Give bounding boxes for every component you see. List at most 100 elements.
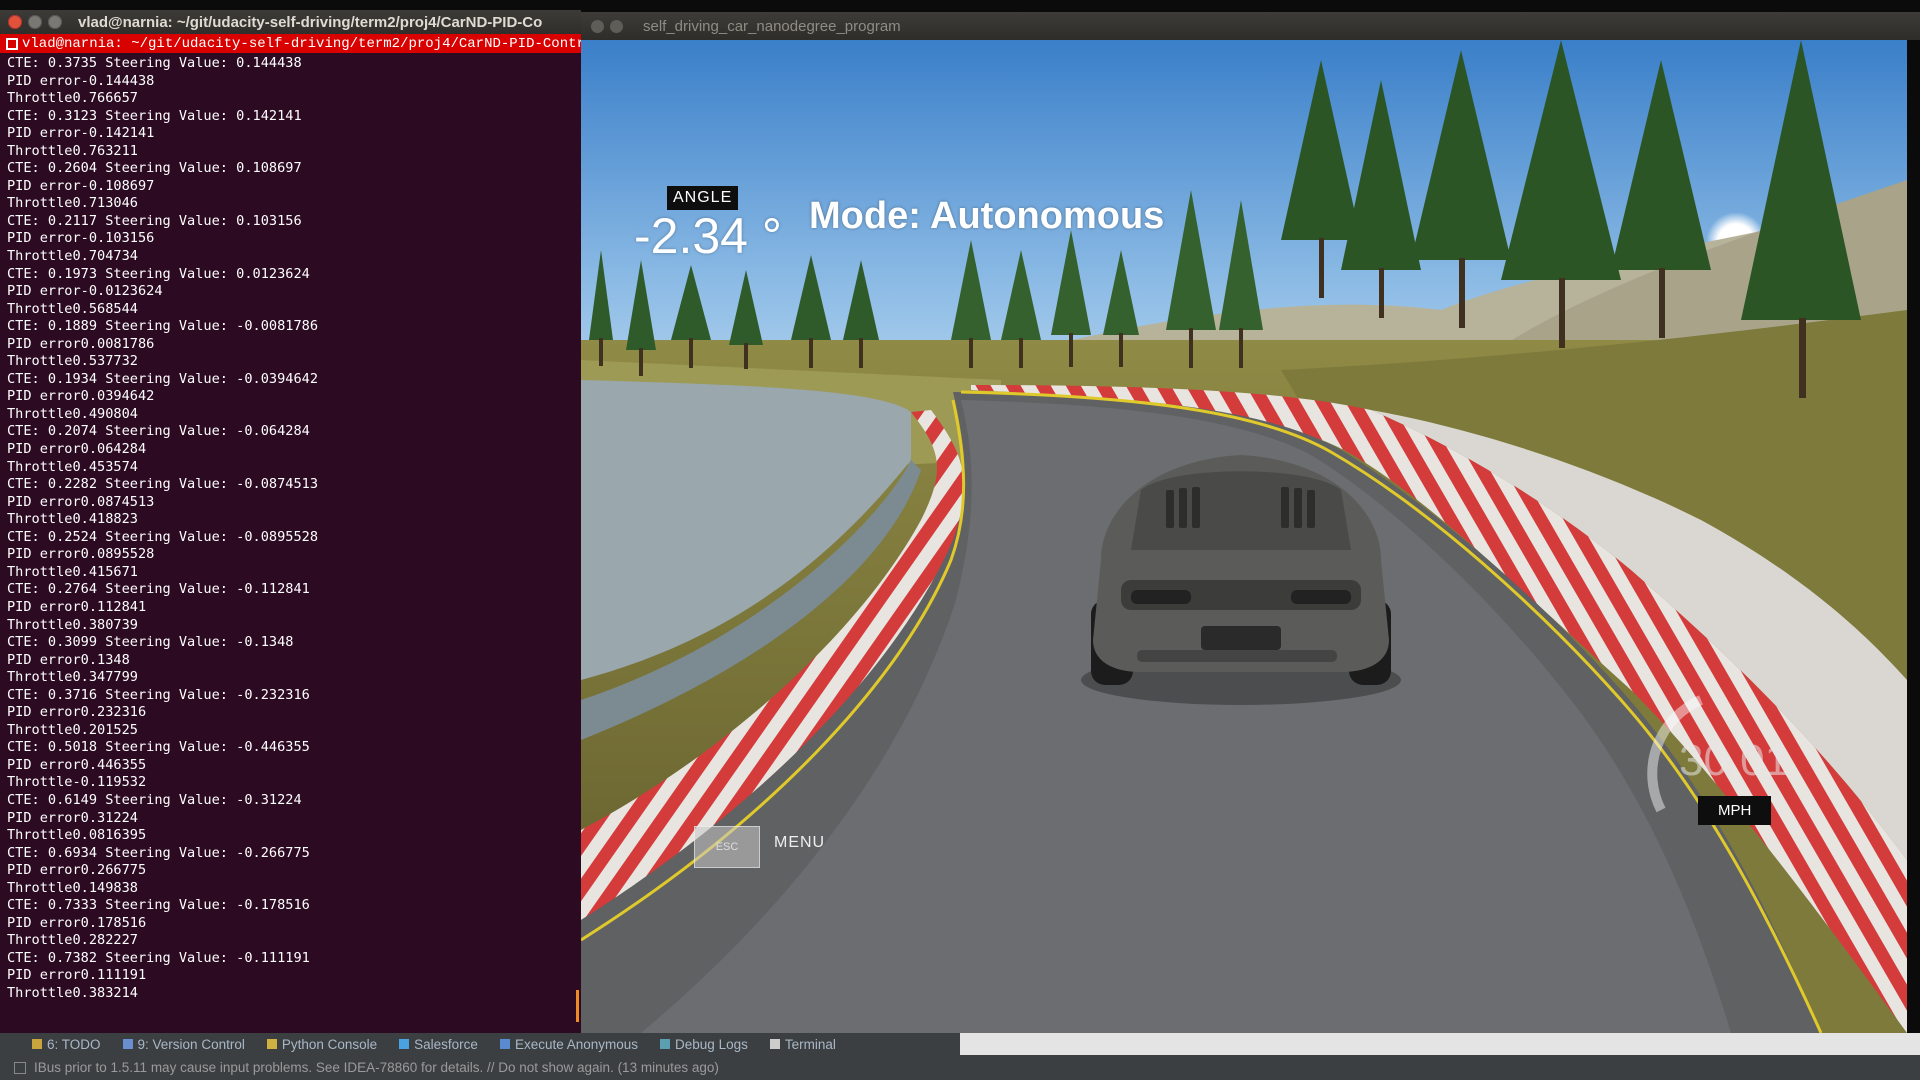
python-icon <box>266 1039 277 1049</box>
menu-label[interactable]: MENU <box>774 834 825 852</box>
terminal-line: CTE: 0.3099 Steering Value: -0.1348 <box>7 634 294 651</box>
terminal-line: PID error-0.0123624 <box>7 283 163 300</box>
terminal-line: CTE: 0.1934 Steering Value: -0.0394642 <box>7 370 318 387</box>
ide-tool-label: Execute Anonymous <box>514 1036 639 1052</box>
terminal-line: PID error0.232316 <box>7 704 147 721</box>
terminal-line: PID error0.111191 <box>7 967 147 984</box>
terminal-tab[interactable]: vlad@narnia: ~/git/udacity-self-driving/… <box>0 34 581 53</box>
ide-tool-strip: 6: TODO 9: Version Control Python Console S… <box>0 1033 992 1055</box>
terminal-tab-icon <box>6 37 18 50</box>
terminal-line: Throttle0.347799 <box>7 669 138 686</box>
ide-tool-button[interactable]: Debug Logs <box>660 1037 748 1052</box>
terminal-line: CTE: 0.2282 Steering Value: -0.0874513 <box>7 476 318 493</box>
ide-tool-label: Salesforce <box>414 1036 478 1052</box>
terminal-output[interactable]: CTE: 0.3735 Steering Value: 0.144438 PID … <box>0 53 581 1003</box>
terminal-line: PID error0.0394642 <box>7 388 155 405</box>
terminal-line: CTE: 0.7382 Steering Value: -0.111191 <box>7 949 310 966</box>
terminal-line: Throttle0.383214 <box>7 984 138 1001</box>
ide-tool-button[interactable]: Python Console <box>266 1036 378 1052</box>
terminal-line: Throttle-0.119532 <box>7 774 147 791</box>
terminal-line: PID error0.0081786 <box>7 335 155 352</box>
ide-tool-label: Terminal <box>784 1036 836 1052</box>
terminal-line: PID error0.31224 <box>7 809 138 826</box>
terminal-line: CTE: 0.1973 Steering Value: 0.0123624 <box>7 265 310 282</box>
mode-indicator: Mode: Autonomous <box>809 195 1165 237</box>
ide-tool-button[interactable]: Salesforce <box>399 1037 478 1052</box>
terminal-line: Throttle0.713046 <box>7 195 138 212</box>
ide-tool-button[interactable]: Execute Anonymous <box>499 1036 639 1052</box>
terminal-cursor <box>576 990 579 1022</box>
terminal-line: CTE: 0.2764 Steering Value: -0.112841 <box>7 581 310 598</box>
terminal-line: CTE: 0.2524 Steering Value: -0.0895528 <box>7 528 318 545</box>
terminal-titlebar[interactable]: vlad@narnia: ~/git/udacity-self-driving/… <box>0 10 581 34</box>
ide-tool-label: Debug Logs <box>675 1036 748 1052</box>
terminal-line: Throttle0.418823 <box>7 511 138 528</box>
terminal-line: CTE: 0.1889 Steering Value: -0.0081786 <box>7 318 318 335</box>
terminal-line: Throttle0.763211 <box>7 142 138 159</box>
terminal-line: PID error0.266775 <box>7 862 147 879</box>
terminal-line: CTE: 0.3735 Steering Value: 0.144438 <box>7 55 302 71</box>
terminal-title: vlad@narnia: ~/git/udacity-self-driving/… <box>78 13 543 31</box>
terminal-line: PID error0.178516 <box>7 914 147 931</box>
terminal-line: Throttle0.766657 <box>7 90 138 107</box>
terminal-line: PID error-0.144438 <box>7 72 155 89</box>
terminal-line: Throttle0.537732 <box>7 353 138 370</box>
terminal-line: Throttle0.490804 <box>7 405 138 422</box>
ide-tool-button[interactable]: 9: Version Control <box>122 1036 245 1052</box>
esc-button[interactable]: ESC <box>694 826 760 868</box>
terminal-line: Throttle0.282227 <box>7 932 138 949</box>
minimize-icon[interactable] <box>28 15 42 29</box>
minimize-icon[interactable] <box>610 19 623 33</box>
vcs-icon <box>122 1039 133 1049</box>
status-message[interactable]: IBus prior to 1.5.11 may cause input pro… <box>34 1060 719 1075</box>
status-toggle-icon[interactable] <box>14 1061 26 1074</box>
ide-status-bar: IBus prior to 1.5.11 may cause input pro… <box>0 1055 1920 1080</box>
terminal-line: CTE: 0.3716 Steering Value: -0.232316 <box>7 686 310 703</box>
ide-tool-label: Python Console <box>281 1036 378 1052</box>
speed-unit-label: MPH <box>1698 796 1772 825</box>
speed-value: 30.01 <box>1679 736 1790 785</box>
close-icon[interactable] <box>8 15 22 29</box>
terminal-line: CTE: 0.3123 Steering Value: 0.142141 <box>7 107 302 124</box>
terminal-line: Throttle0.380739 <box>7 616 138 633</box>
terminal-line: CTE: 0.2604 Steering Value: 0.108697 <box>7 160 302 177</box>
todo-icon <box>32 1039 42 1049</box>
maximize-icon[interactable] <box>48 15 62 29</box>
terminal-line: PID error-0.108697 <box>7 177 155 194</box>
ide-strip-blank <box>960 1033 1920 1055</box>
terminal-line: CTE: 0.6934 Steering Value: -0.266775 <box>7 844 310 861</box>
terminal-line: Throttle0.415671 <box>7 563 138 580</box>
terminal-line: CTE: 0.2074 Steering Value: -0.064284 <box>7 423 310 440</box>
terminal-line: PID error0.064284 <box>7 441 147 458</box>
terminal-line: Throttle0.201525 <box>7 721 138 738</box>
terminal-line: CTE: 0.5018 Steering Value: -0.446355 <box>7 739 310 756</box>
ide-tool-label: 9: Version Control <box>137 1036 245 1052</box>
execute-icon <box>499 1039 510 1049</box>
terminal-line: PID error0.0874513 <box>7 493 155 510</box>
simulator-titlebar[interactable]: self_driving_car_nanodegree_program <box>581 12 1920 40</box>
terminal-line: PID error0.1348 <box>7 651 130 668</box>
terminal-line: PID error0.112841 <box>7 598 147 615</box>
terminal-icon <box>769 1039 780 1049</box>
terminal-line: PID error0.446355 <box>7 756 147 773</box>
terminal-line: Throttle0.149838 <box>7 879 138 896</box>
terminal-window[interactable]: vlad@narnia: ~/git/udacity-self-driving/… <box>0 10 581 1037</box>
angle-value: -2.34 ° <box>634 208 782 264</box>
ide-tool-button[interactable]: Terminal <box>769 1036 836 1052</box>
terminal-line: PID error-0.103156 <box>7 230 155 247</box>
terminal-line: Throttle0.704734 <box>7 248 138 265</box>
terminal-line: PID error-0.142141 <box>7 125 155 142</box>
terminal-line: Throttle0.0816395 <box>7 827 147 844</box>
terminal-line: PID error0.0895528 <box>7 546 155 563</box>
ide-tool-label: 6: TODO <box>47 1036 101 1052</box>
terminal-line: CTE: 0.7333 Steering Value: -0.178516 <box>7 897 310 914</box>
driving-scene <box>581 40 1907 1033</box>
simulator-viewport[interactable]: ANGLE -2.34 ° Mode: Autonomous 30.01 MPH… <box>581 40 1907 1033</box>
simulator-title: self_driving_car_nanodegree_program <box>643 17 901 35</box>
salesforce-icon <box>399 1039 410 1049</box>
terminal-tab-label: vlad@narnia: ~/git/udacity-self-driving/… <box>22 35 581 52</box>
ide-tool-button[interactable]: 6: TODO <box>32 1037 101 1052</box>
close-icon[interactable] <box>591 19 604 33</box>
terminal-line: Throttle0.453574 <box>7 458 138 475</box>
terminal-line: CTE: 0.6149 Steering Value: -0.31224 <box>7 791 302 808</box>
